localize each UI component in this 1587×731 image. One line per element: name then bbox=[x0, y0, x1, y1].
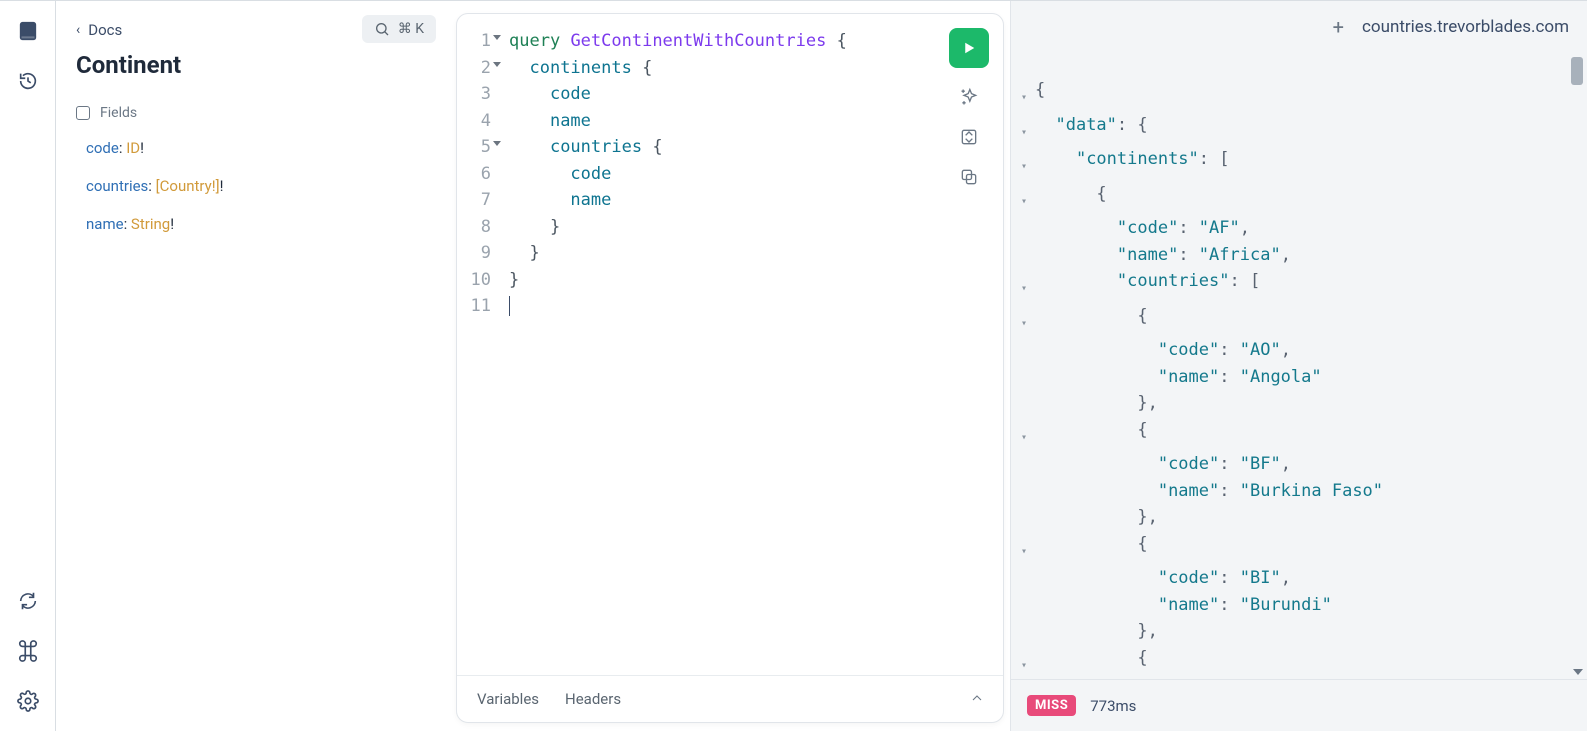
search-shortcut: ⌘ K bbox=[398, 21, 424, 37]
docs-back-label: Docs bbox=[88, 21, 122, 39]
json-row: { bbox=[1021, 417, 1587, 452]
json-row: "code": "AO", bbox=[1021, 337, 1587, 364]
json-row: "countries": [ bbox=[1021, 268, 1587, 303]
copy-icon[interactable] bbox=[958, 166, 980, 188]
search-button[interactable]: ⌘ K bbox=[362, 15, 436, 43]
doc-field[interactable]: code: ID! bbox=[76, 139, 430, 157]
keyboard-shortcut-icon[interactable] bbox=[14, 637, 42, 665]
json-row: "name": "Angola" bbox=[1021, 364, 1587, 391]
json-row: { bbox=[1021, 181, 1587, 216]
history-icon[interactable] bbox=[14, 67, 42, 95]
json-row: { bbox=[1021, 303, 1587, 338]
scrollbar-thumb[interactable] bbox=[1571, 57, 1583, 85]
editor-footer: Variables Headers bbox=[457, 675, 1003, 722]
add-tab-button[interactable]: + bbox=[1333, 15, 1344, 39]
response-timing: 773ms bbox=[1090, 697, 1136, 715]
settings-icon[interactable] bbox=[14, 687, 42, 715]
tabs-bar: + countries.trevorblades.com bbox=[1011, 1, 1587, 53]
docs-type-title: Continent bbox=[76, 51, 430, 79]
json-row: "name": "Burkina Faso" bbox=[1021, 478, 1587, 505]
json-row: }, bbox=[1021, 504, 1587, 531]
refetch-icon[interactable] bbox=[14, 587, 42, 615]
json-row: "continents": [ bbox=[1021, 146, 1587, 181]
json-row: }, bbox=[1021, 390, 1587, 417]
tab-headers[interactable]: Headers bbox=[565, 690, 621, 708]
editor-column: 1234567891011 query GetContinentWithCoun… bbox=[450, 1, 1010, 731]
play-icon bbox=[960, 39, 978, 57]
fields-header: Fields bbox=[76, 105, 430, 121]
json-row: { bbox=[1021, 77, 1587, 112]
response-viewer[interactable]: { "data": { "continents": [ { "code": "A… bbox=[1011, 53, 1587, 679]
json-row: { bbox=[1021, 645, 1587, 680]
prettify-icon[interactable] bbox=[958, 86, 980, 108]
json-row: "name": "Burundi" bbox=[1021, 592, 1587, 619]
tab-variables[interactable]: Variables bbox=[477, 690, 539, 708]
docs-panel: ‹ Docs Continent Fields code: ID! countri… bbox=[56, 1, 450, 731]
json-row: "code": "AF", bbox=[1021, 215, 1587, 242]
response-footer: MISS 773ms bbox=[1011, 679, 1587, 731]
fields-icon bbox=[76, 106, 90, 120]
json-row: }, bbox=[1021, 618, 1587, 645]
response-column: + countries.trevorblades.com { "data": {… bbox=[1010, 1, 1587, 731]
merge-icon[interactable] bbox=[958, 126, 980, 148]
editor-gutter: 1234567891011 bbox=[457, 28, 497, 675]
scrollbar[interactable] bbox=[1569, 57, 1583, 675]
doc-field[interactable]: countries: [Country!]! bbox=[76, 177, 430, 195]
search-icon bbox=[374, 21, 390, 37]
json-row: "code": "BI", bbox=[1021, 565, 1587, 592]
json-row: { bbox=[1021, 531, 1587, 566]
doc-field[interactable]: name: String! bbox=[76, 215, 430, 233]
active-tab-label[interactable]: countries.trevorblades.com bbox=[1362, 17, 1569, 37]
docs-icon[interactable] bbox=[14, 17, 42, 45]
chevron-up-icon[interactable] bbox=[969, 690, 985, 710]
editor-card: 1234567891011 query GetContinentWithCoun… bbox=[456, 13, 1004, 723]
run-button[interactable] bbox=[949, 28, 989, 68]
nav-rail bbox=[0, 1, 56, 731]
query-editor[interactable]: 1234567891011 query GetContinentWithCoun… bbox=[457, 14, 1003, 675]
scroll-down-icon[interactable] bbox=[1573, 669, 1583, 675]
chevron-left-icon: ‹ bbox=[76, 22, 80, 38]
json-row: "code": "BF", bbox=[1021, 451, 1587, 478]
json-row: "name": "Africa", bbox=[1021, 242, 1587, 269]
json-row: "data": { bbox=[1021, 112, 1587, 147]
editor-code[interactable]: query GetContinentWithCountries { contin… bbox=[497, 28, 1003, 675]
fields-header-label: Fields bbox=[100, 105, 137, 121]
cache-status-badge: MISS bbox=[1027, 695, 1076, 716]
editor-actions bbox=[949, 28, 989, 188]
